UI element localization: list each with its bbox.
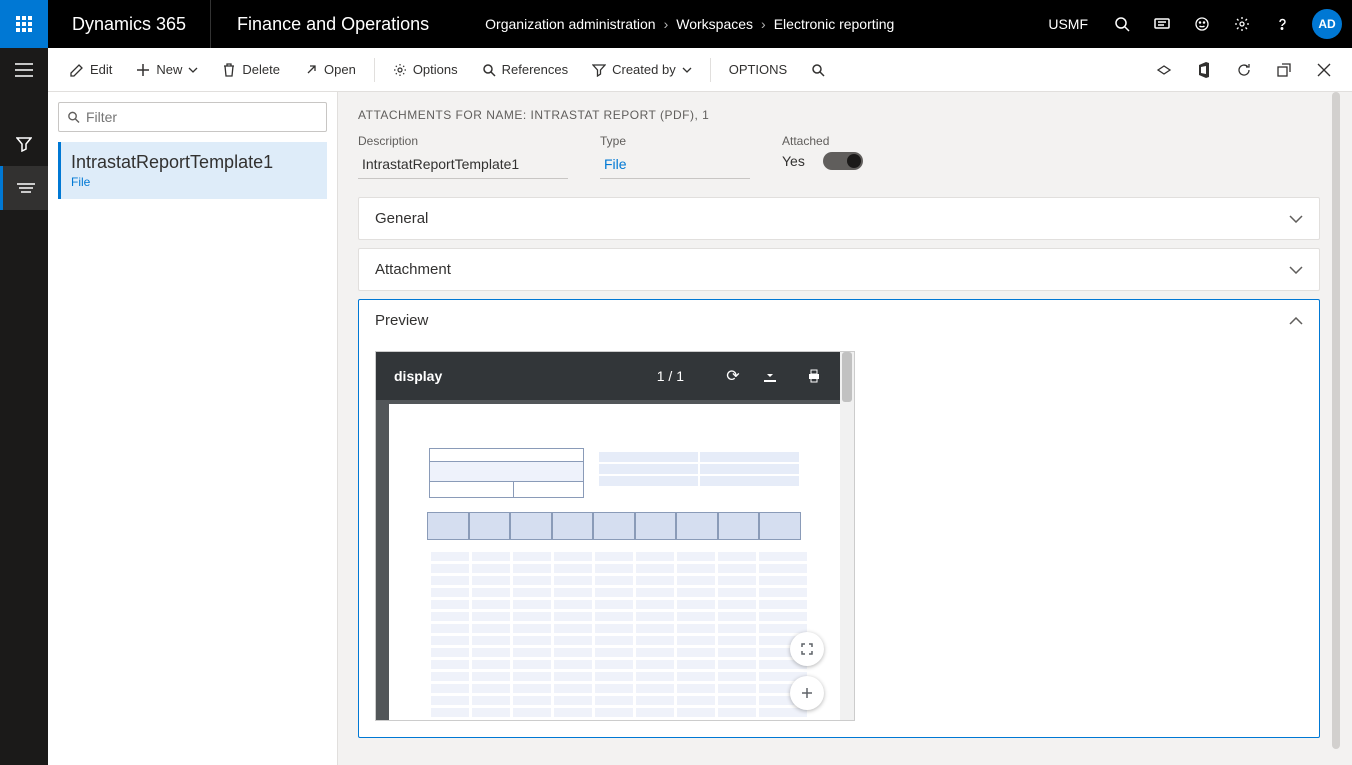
chevron-up-icon: [1289, 317, 1303, 325]
references-label: References: [502, 62, 568, 77]
page-scrollbar[interactable]: [1332, 92, 1340, 749]
messages-icon[interactable]: [1142, 0, 1182, 48]
fasttab-preview: Preview display 1 / 1 ⟳: [358, 299, 1320, 738]
fasttab-attachment-label: Attachment: [375, 261, 451, 278]
search-icon: [67, 110, 80, 124]
breadcrumb-item[interactable]: Workspaces: [676, 16, 753, 32]
help-icon[interactable]: [1262, 0, 1302, 48]
options-button[interactable]: Options: [383, 56, 468, 83]
options-menu-label: OPTIONS: [729, 62, 788, 77]
fasttab-attachment[interactable]: Attachment: [358, 248, 1320, 291]
references-button[interactable]: References: [472, 56, 578, 83]
description-value[interactable]: IntrastatReportTemplate1: [358, 152, 568, 179]
user-avatar[interactable]: AD: [1312, 9, 1342, 39]
action-pane: Edit New Delete Open Options References …: [48, 48, 1352, 92]
detail-content: ATTACHMENTS FOR NAME: INTRASTAT REPORT (…: [338, 92, 1352, 765]
brand-name: Dynamics 365: [48, 0, 211, 48]
breadcrumb-item[interactable]: Electronic reporting: [774, 16, 895, 32]
zoom-in-icon[interactable]: [790, 676, 824, 710]
fasttab-preview-header[interactable]: Preview: [359, 300, 1319, 341]
open-button[interactable]: Open: [294, 56, 366, 83]
description-label: Description: [358, 134, 568, 148]
fit-to-page-icon[interactable]: [790, 632, 824, 666]
list-pane: IntrastatReportTemplate1 File: [48, 92, 338, 765]
fasttab-general-label: General: [375, 210, 428, 227]
pdf-page-count: 1 / 1: [657, 368, 684, 384]
search-icon[interactable]: [1102, 0, 1142, 48]
list-item-title: IntrastatReportTemplate1: [71, 152, 317, 173]
chevron-down-icon: [1289, 266, 1303, 274]
chevron-down-icon: [188, 67, 198, 73]
filter-input-wrapper[interactable]: [58, 102, 327, 132]
gear-icon[interactable]: [1222, 0, 1262, 48]
pdf-page-container[interactable]: /* generated rows */: [376, 400, 854, 720]
delete-button[interactable]: Delete: [212, 56, 290, 83]
fasttab-general[interactable]: General: [358, 197, 1320, 240]
chevron-down-icon: [1289, 215, 1303, 223]
new-label: New: [156, 62, 182, 77]
page-search-button[interactable]: [801, 57, 835, 83]
open-label: Open: [324, 62, 356, 77]
delete-label: Delete: [242, 62, 280, 77]
close-icon[interactable]: [1308, 54, 1340, 86]
attach-icon[interactable]: [1148, 54, 1180, 86]
print-icon[interactable]: [806, 368, 836, 384]
pdf-viewer: display 1 / 1 ⟳: [375, 351, 855, 721]
emoji-icon[interactable]: [1182, 0, 1222, 48]
edit-label: Edit: [90, 62, 112, 77]
pdf-toolbar: display 1 / 1 ⟳: [376, 352, 854, 400]
type-label: Type: [600, 134, 750, 148]
options-label: Options: [413, 62, 458, 77]
top-navigation-bar: Dynamics 365 Finance and Operations Orga…: [0, 0, 1352, 48]
breadcrumb-item[interactable]: Organization administration: [485, 16, 655, 32]
attached-toggle[interactable]: [823, 152, 863, 170]
popup-icon[interactable]: [1268, 54, 1300, 86]
download-icon[interactable]: [762, 368, 792, 384]
filter-input[interactable]: [86, 109, 318, 125]
type-value[interactable]: File: [600, 152, 750, 179]
fasttab-preview-label: Preview: [375, 312, 428, 329]
chevron-down-icon: [682, 67, 692, 73]
left-navigation-rail: [0, 48, 48, 765]
list-item[interactable]: IntrastatReportTemplate1 File: [58, 142, 327, 199]
breadcrumb: Organization administration › Workspaces…: [485, 16, 894, 32]
related-links-icon[interactable]: [0, 166, 48, 210]
pdf-sheet: /* generated rows */: [389, 404, 841, 720]
new-button[interactable]: New: [126, 56, 208, 83]
separator: [374, 58, 375, 82]
chevron-right-icon: ›: [664, 16, 669, 32]
pdf-scrollbar[interactable]: [840, 352, 854, 720]
attached-value: Yes: [782, 153, 805, 169]
attached-label: Attached: [782, 134, 863, 148]
filter-funnel-icon[interactable]: [0, 122, 48, 166]
edit-button[interactable]: Edit: [60, 56, 122, 83]
chevron-right-icon: ›: [761, 16, 766, 32]
separator: [710, 58, 711, 82]
created-by-label: Created by: [612, 62, 676, 77]
attachments-heading: ATTACHMENTS FOR NAME: INTRASTAT REPORT (…: [358, 108, 1320, 122]
options-menu-button[interactable]: OPTIONS: [719, 56, 798, 83]
pdf-name: display: [394, 368, 442, 384]
created-by-button[interactable]: Created by: [582, 56, 702, 83]
list-item-subtitle: File: [71, 175, 317, 189]
company-selector[interactable]: USMF: [1034, 16, 1102, 32]
office-icon[interactable]: [1188, 54, 1220, 86]
app-launcher-icon[interactable]: [0, 0, 48, 48]
refresh-icon[interactable]: [1228, 54, 1260, 86]
hamburger-icon[interactable]: [0, 48, 48, 92]
module-name: Finance and Operations: [211, 14, 455, 35]
rotate-icon[interactable]: ⟳: [718, 366, 748, 386]
